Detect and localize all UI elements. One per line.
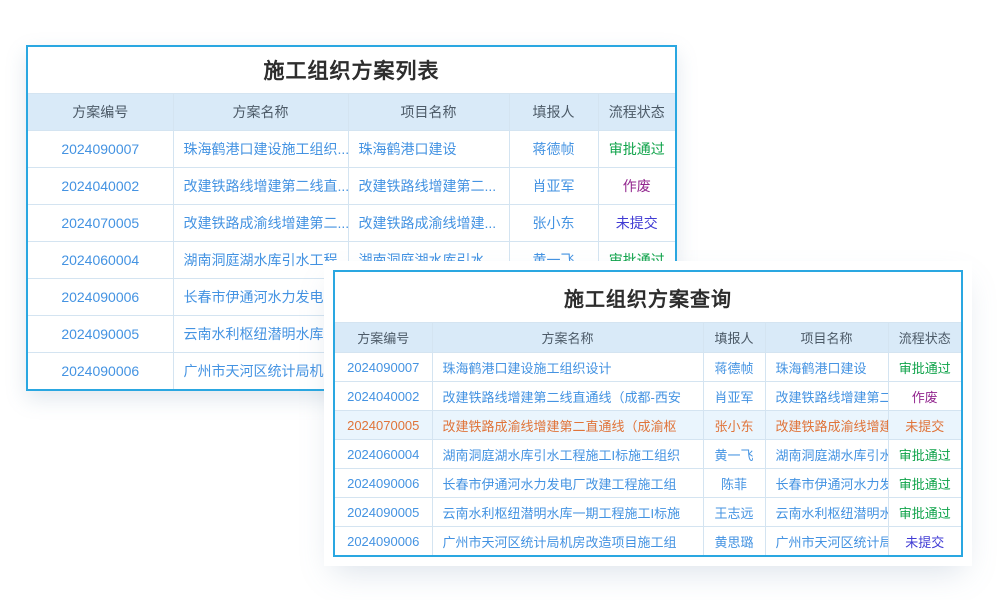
- cell-status: 作废: [598, 168, 675, 205]
- column-header-reporter: 填报人: [509, 94, 598, 131]
- cell-reporter: 黄一飞: [703, 440, 765, 469]
- column-header-project-name: 项目名称: [348, 94, 509, 131]
- cell-reporter: 张小东: [703, 411, 765, 440]
- cell-project-name: 广州市天河区统计局机房: [765, 527, 888, 556]
- cell-plan-id: 2024070005: [28, 205, 173, 242]
- cell-status: 审批通过: [598, 131, 675, 168]
- cell-plan-id: 2024090007: [335, 353, 432, 382]
- cell-plan-name: 珠海鹤港口建设施工组织...: [173, 131, 348, 168]
- cell-plan-id: 2024070005: [335, 411, 432, 440]
- cell-plan-name: 云南水利枢纽潜明水库一期工程施工I标施: [432, 498, 703, 527]
- cell-status: 审批通过: [888, 498, 961, 527]
- cell-reporter: 蒋德帧: [703, 353, 765, 382]
- cell-status: 审批通过: [888, 469, 961, 498]
- cell-reporter: 肖亚军: [703, 382, 765, 411]
- cell-project-name: 湖南洞庭湖水库引水工程: [765, 440, 888, 469]
- cell-project-name: 改建铁路线增建第二线: [765, 382, 888, 411]
- cell-plan-name: 长春市伊通河水力发电厂改建工程施工组: [432, 469, 703, 498]
- cell-status: 审批通过: [888, 353, 961, 382]
- cell-plan-id: 2024090007: [28, 131, 173, 168]
- cell-reporter: 张小东: [509, 205, 598, 242]
- table-row[interactable]: 2024090007 珠海鹤港口建设施工组织设计 蒋德帧 珠海鹤港口建设 审批通…: [335, 353, 961, 382]
- column-header-plan-name: 方案名称: [173, 94, 348, 131]
- column-header-plan-id: 方案编号: [28, 94, 173, 131]
- table-row[interactable]: 2024090006 广州市天河区统计局机房改造项目施工组 黄思璐 广州市天河区…: [335, 527, 961, 556]
- cell-status: 未提交: [888, 411, 961, 440]
- cell-reporter: 肖亚军: [509, 168, 598, 205]
- table-row[interactable]: 2024090006 长春市伊通河水力发电厂改建工程施工组 陈菲 长春市伊通河水…: [335, 469, 961, 498]
- column-header-project-name: 项目名称: [765, 323, 888, 353]
- cell-project-name: 珠海鹤港口建设: [765, 353, 888, 382]
- column-header-plan-name: 方案名称: [432, 323, 703, 353]
- cell-status: 审批通过: [888, 440, 961, 469]
- table-header-row: 方案编号 方案名称 项目名称 填报人 流程状态: [28, 94, 675, 131]
- cell-project-name: 改建铁路线增建第二...: [348, 168, 509, 205]
- cell-reporter: 黄思璐: [703, 527, 765, 556]
- cell-plan-name: 广州市天河区统计局机房改造项目施工组: [432, 527, 703, 556]
- cell-plan-name: 改建铁路成渝线增建第二直通线（成渝枢: [432, 411, 703, 440]
- table-row[interactable]: 2024040002 改建铁路线增建第二线直... 改建铁路线增建第二... 肖…: [28, 168, 675, 205]
- cell-project-name: 改建铁路成渝线增建第二: [765, 411, 888, 440]
- table-row[interactable]: 2024090005 云南水利枢纽潜明水库一期工程施工I标施 王志远 云南水利枢…: [335, 498, 961, 527]
- plan-query-window: 施工组织方案查询 方案编号 方案名称 填报人 项目名称 流程状态 2024090…: [333, 270, 963, 557]
- column-header-status: 流程状态: [888, 323, 961, 353]
- cell-status: 作废: [888, 382, 961, 411]
- plan-query-table: 方案编号 方案名称 填报人 项目名称 流程状态 2024090007 珠海鹤港口…: [335, 322, 961, 555]
- cell-reporter: 蒋德帧: [509, 131, 598, 168]
- cell-plan-id: 2024040002: [28, 168, 173, 205]
- cell-project-name: 改建铁路成渝线增建...: [348, 205, 509, 242]
- table-row[interactable]: 2024090007 珠海鹤港口建设施工组织... 珠海鹤港口建设 蒋德帧 审批…: [28, 131, 675, 168]
- cell-plan-name: 湖南洞庭湖水库引水工程...: [173, 242, 348, 279]
- cell-plan-name: 改建铁路成渝线增建第二...: [173, 205, 348, 242]
- cell-plan-id: 2024090006: [28, 353, 173, 390]
- cell-reporter: 王志远: [703, 498, 765, 527]
- cell-plan-id: 2024090006: [335, 469, 432, 498]
- column-header-reporter: 填报人: [703, 323, 765, 353]
- cell-plan-name: 改建铁路线增建第二线直通线（成都-西安: [432, 382, 703, 411]
- table-row[interactable]: 2024060004 湖南洞庭湖水库引水工程施工I标施工组织 黄一飞 湖南洞庭湖…: [335, 440, 961, 469]
- cell-plan-id: 2024060004: [335, 440, 432, 469]
- cell-project-name: 珠海鹤港口建设: [348, 131, 509, 168]
- cell-plan-id: 2024090006: [335, 527, 432, 556]
- cell-plan-id: 2024090005: [335, 498, 432, 527]
- table-row[interactable]: 2024040002 改建铁路线增建第二线直通线（成都-西安 肖亚军 改建铁路线…: [335, 382, 961, 411]
- cell-plan-name: 改建铁路线增建第二线直...: [173, 168, 348, 205]
- cell-plan-name: 珠海鹤港口建设施工组织设计: [432, 353, 703, 382]
- cell-plan-id: 2024060004: [28, 242, 173, 279]
- cell-plan-id: 2024090006: [28, 279, 173, 316]
- cell-project-name: 云南水利枢纽潜明水库: [765, 498, 888, 527]
- cell-plan-name: 长春市伊通河水力发电厂...: [173, 279, 348, 316]
- table-row[interactable]: 2024070005 改建铁路成渝线增建第二... 改建铁路成渝线增建... 张…: [28, 205, 675, 242]
- cell-plan-name: 广州市天河区统计局机房...: [173, 353, 348, 390]
- column-header-plan-id: 方案编号: [335, 323, 432, 353]
- table-row[interactable]: 2024070005 改建铁路成渝线增建第二直通线（成渝枢 张小东 改建铁路成渝…: [335, 411, 961, 440]
- page-title: 施工组织方案查询: [335, 272, 961, 322]
- column-header-status: 流程状态: [598, 94, 675, 131]
- cell-reporter: 陈菲: [703, 469, 765, 498]
- cell-plan-name: 湖南洞庭湖水库引水工程施工I标施工组织: [432, 440, 703, 469]
- cell-plan-id: 2024040002: [335, 382, 432, 411]
- cell-project-name: 长春市伊通河水力发电厂: [765, 469, 888, 498]
- cell-plan-id: 2024090005: [28, 316, 173, 353]
- cell-status: 未提交: [888, 527, 961, 556]
- table-header-row: 方案编号 方案名称 填报人 项目名称 流程状态: [335, 323, 961, 353]
- cell-plan-name: 云南水利枢纽潜明水库一...: [173, 316, 348, 353]
- page-title: 施工组织方案列表: [28, 47, 675, 93]
- cell-status: 未提交: [598, 205, 675, 242]
